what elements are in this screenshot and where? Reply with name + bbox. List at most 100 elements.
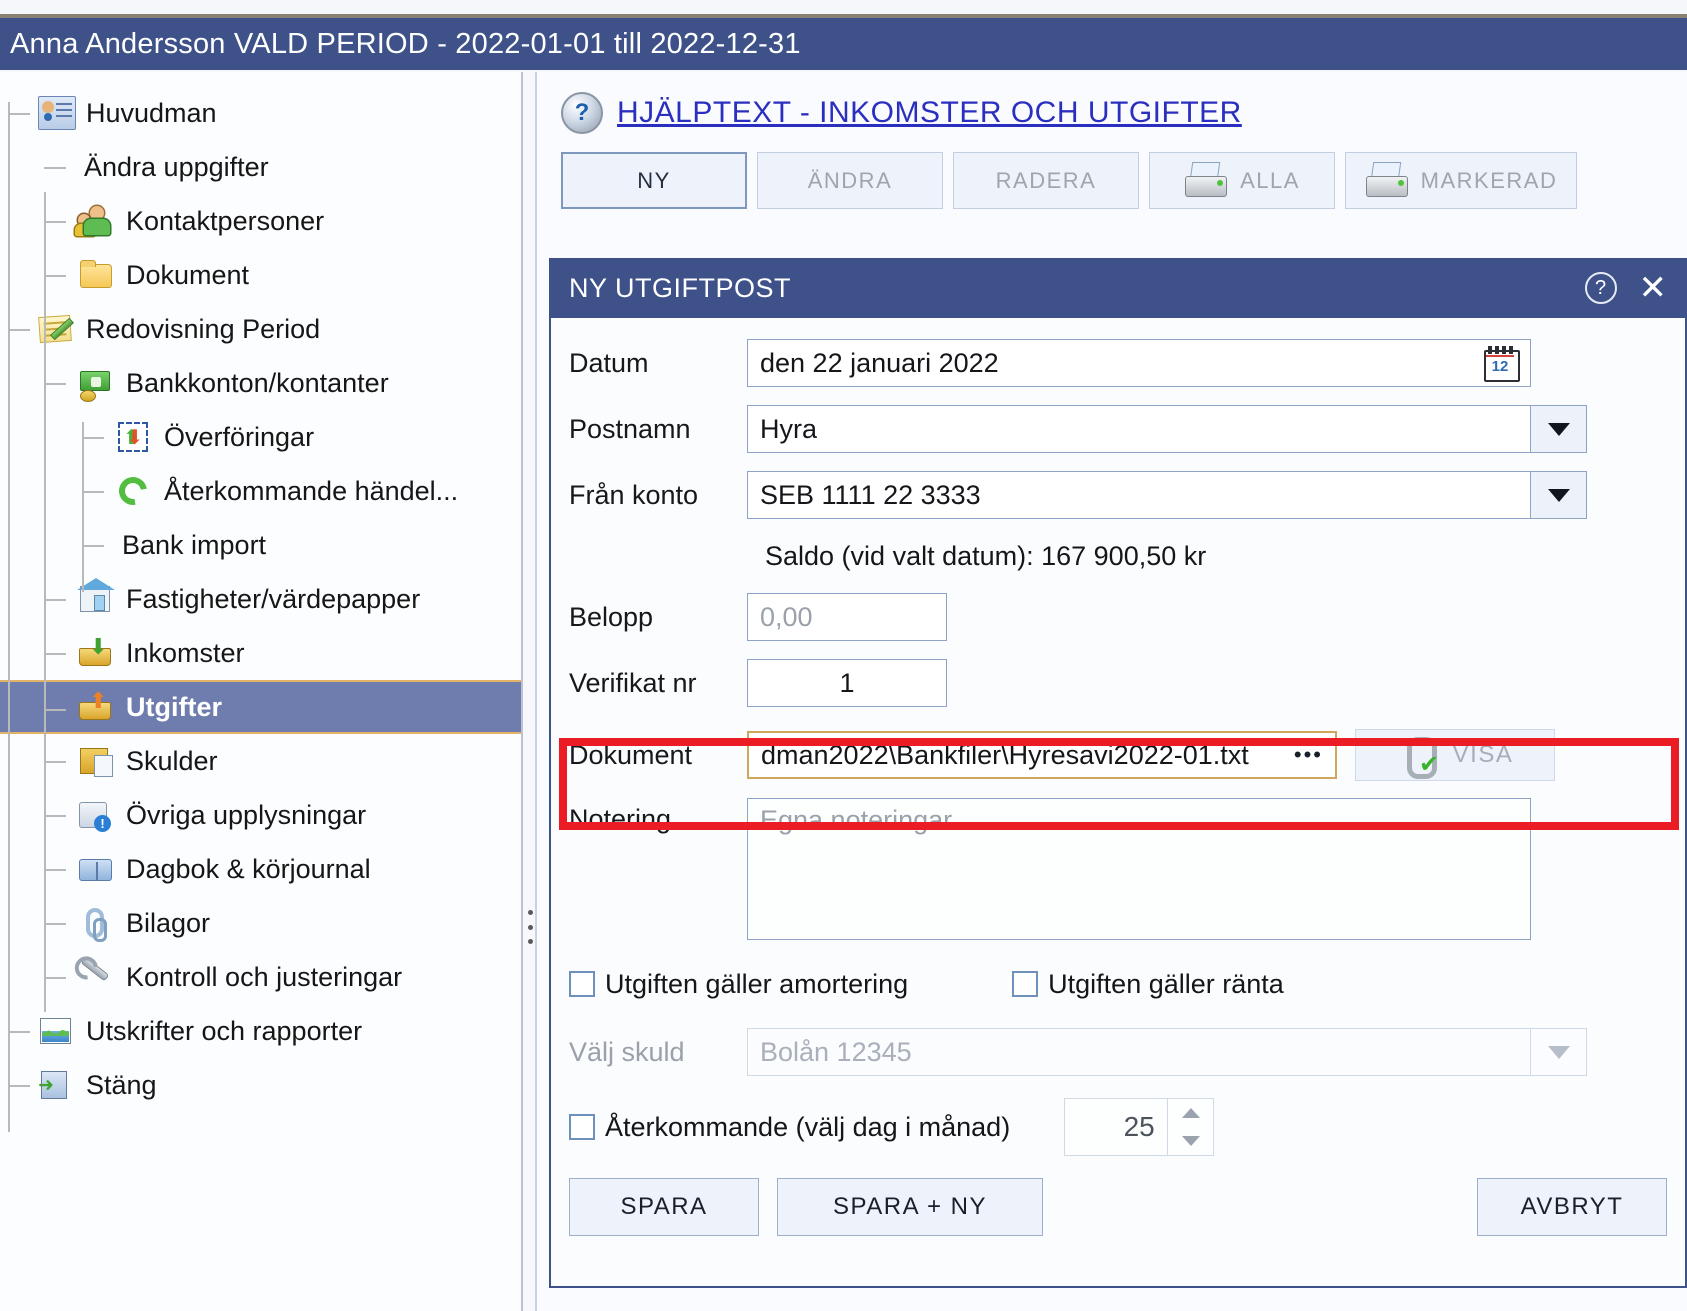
toolbar-button-markerad[interactable]: MARKERAD bbox=[1345, 152, 1577, 209]
sidebar-item-dokument[interactable]: Dokument bbox=[0, 248, 521, 302]
dokument-overflow-dots: ••• bbox=[1293, 742, 1323, 767]
dialog-titlebar-icons: ? ✕ bbox=[1584, 271, 1668, 305]
field-row-belopp: Belopp 0,00 bbox=[551, 584, 1685, 650]
exit-icon bbox=[38, 1068, 76, 1102]
tree-connector bbox=[44, 815, 66, 817]
record-toolbar[interactable]: NY ÄNDRA RADERA ALLA MARKERAD bbox=[561, 152, 1577, 209]
calendar-icon[interactable] bbox=[1484, 346, 1520, 382]
sidebar-item-redovisning-period[interactable]: Redovisning Period bbox=[0, 302, 521, 356]
sidebar-item-huvudman[interactable]: Huvudman bbox=[0, 86, 521, 140]
sidebar-item-utgifter[interactable]: ⬆ Utgifter bbox=[0, 680, 521, 734]
postnamn-value: Hyra bbox=[760, 413, 818, 444]
tree-connector bbox=[44, 923, 66, 925]
dialog-help-icon[interactable]: ? bbox=[1584, 272, 1617, 304]
toolbar-button-alla[interactable]: ALLA bbox=[1149, 152, 1335, 209]
sidebar-item-kontroll-och-justeringar[interactable]: Kontroll och justeringar bbox=[0, 950, 521, 1004]
sidebar-item-label: Huvudman bbox=[86, 97, 217, 128]
dokument-value: dman2022\Bankfiler\Hyresavi2022-01.txt bbox=[761, 739, 1249, 770]
sidebar-item-återkommande-händel[interactable]: Återkommande händel... bbox=[0, 464, 521, 518]
avbryt-button[interactable]: AVBRYT bbox=[1477, 1178, 1667, 1236]
tree-connector bbox=[8, 1085, 30, 1087]
belopp-input[interactable]: 0,00 bbox=[747, 593, 947, 641]
visa-label: VISA bbox=[1452, 741, 1514, 768]
question-mark-icon[interactable]: ? bbox=[561, 92, 603, 134]
paperclip-check-icon bbox=[1397, 735, 1441, 779]
tree-connector bbox=[44, 869, 66, 871]
dialog-button-row: SPARA SPARA + NY AVBRYT bbox=[551, 1178, 1685, 1236]
fran-konto-combobox[interactable]: SEB 1111 22 3333 bbox=[747, 471, 1531, 519]
visa-document-button[interactable]: VISA bbox=[1355, 729, 1555, 781]
amortering-label: Utgiften gäller amortering bbox=[605, 968, 909, 999]
stepper-buttons[interactable] bbox=[1167, 1099, 1213, 1155]
sidebar-item-bank-import[interactable]: Bank import bbox=[0, 518, 521, 572]
toolbar-button-radera[interactable]: RADERA bbox=[953, 152, 1139, 209]
day-of-month-stepper[interactable]: 25 bbox=[1064, 1098, 1215, 1156]
spara-button[interactable]: SPARA bbox=[569, 1178, 759, 1236]
notering-textarea[interactable]: Egna noteringar bbox=[747, 798, 1531, 940]
spara-ny-button[interactable]: SPARA + NY bbox=[777, 1178, 1043, 1236]
field-row-fran-konto: Från konto SEB 1111 22 3333 bbox=[551, 462, 1685, 528]
sidebar-item-övriga-upplysningar[interactable]: Övriga upplysningar bbox=[0, 788, 521, 842]
chevron-down-icon bbox=[1547, 422, 1570, 436]
postnamn-combobox[interactable]: Hyra bbox=[747, 405, 1531, 453]
sidebar-item-överföringar[interactable]: Överföringar bbox=[0, 410, 521, 464]
verifikat-input[interactable]: 1 bbox=[747, 659, 947, 707]
book-icon bbox=[78, 852, 116, 886]
sidebar-item-stäng[interactable]: Stäng bbox=[0, 1058, 521, 1112]
toolbar-button-ny[interactable]: NY bbox=[561, 152, 747, 209]
toolbar-button-ändra[interactable]: ÄNDRA bbox=[757, 152, 943, 209]
sidebar-item-skulder[interactable]: Skulder bbox=[0, 734, 521, 788]
tree-connector bbox=[8, 1031, 30, 1033]
splitter-dot bbox=[527, 910, 533, 915]
pane-splitter-handle[interactable] bbox=[525, 910, 535, 944]
dokument-input[interactable]: dman2022\Bankfiler\Hyresavi2022-01.txt •… bbox=[747, 731, 1337, 779]
amortering-checkbox[interactable] bbox=[569, 971, 595, 997]
debt-doc-icon bbox=[78, 744, 116, 778]
sidebar-item-fastigheter-värdepapper[interactable]: Fastigheter/värdepapper bbox=[0, 572, 521, 626]
question-glyph: ? bbox=[574, 99, 590, 126]
datum-input[interactable]: den 22 januari 2022 bbox=[747, 339, 1531, 387]
sidebar-item-utskrifter-och-rapporter[interactable]: Utskrifter och rapporter bbox=[0, 1004, 521, 1058]
sidebar-item-ändra-uppgifter[interactable]: Ändra uppgifter bbox=[0, 140, 521, 194]
sidebar-item-label: Bank import bbox=[122, 529, 267, 560]
sidebar-item-label: Utgifter bbox=[126, 691, 222, 722]
ranta-checkbox[interactable] bbox=[1012, 971, 1039, 997]
splitter-dot bbox=[527, 939, 533, 944]
paperclip-icon bbox=[78, 906, 116, 942]
sidebar-item-dagbok-körjournal[interactable]: Dagbok & körjournal bbox=[0, 842, 521, 896]
field-row-valj-skuld: Välj skuld Bolån 12345 bbox=[551, 1016, 1685, 1088]
tree-connector bbox=[44, 977, 66, 979]
sidebar-navigation-tree[interactable]: Huvudman Ändra uppgifter Kontaktpersoner Do… bbox=[0, 72, 523, 1311]
sidebar-item-kontaktpersoner[interactable]: Kontaktpersoner bbox=[0, 194, 521, 248]
tree-connector bbox=[44, 653, 66, 655]
tray-out-icon: ⬆ bbox=[78, 690, 116, 724]
sidebar-item-label: Ändra uppgifter bbox=[84, 151, 269, 182]
stepper-up-button[interactable] bbox=[1168, 1099, 1213, 1127]
fran-konto-value: SEB 1111 22 3333 bbox=[760, 479, 981, 510]
sidebar-item-label: Redovisning Period bbox=[86, 313, 321, 344]
dialog-close-icon[interactable]: ✕ bbox=[1639, 271, 1668, 305]
field-row-notering: Notering Egna noteringar bbox=[551, 794, 1685, 952]
sidebar-item-label: Kontaktpersoner bbox=[126, 205, 325, 236]
sidebar-item-bankkonton-kontanter[interactable]: Bankkonton/kontanter bbox=[0, 356, 521, 410]
sidebar-item-label: Utskrifter och rapporter bbox=[86, 1015, 363, 1046]
tree-connector bbox=[82, 491, 104, 493]
help-text-link[interactable]: HJÄLPTEXT - INKOMSTER OCH UTGIFTER bbox=[617, 96, 1242, 130]
valj-skuld-label: Välj skuld bbox=[569, 1036, 685, 1067]
tree-trunk-line bbox=[8, 102, 10, 1132]
belopp-value: 0,00 bbox=[760, 601, 813, 632]
sidebar-item-bilagor[interactable]: Bilagor bbox=[0, 896, 521, 950]
field-row-datum: Datum den 22 januari 2022 bbox=[551, 330, 1685, 396]
sidebar-item-label: Återkommande händel... bbox=[164, 475, 459, 506]
tree-connector bbox=[44, 275, 66, 277]
aterkommande-checkbox[interactable] bbox=[569, 1114, 595, 1140]
stepper-down-button[interactable] bbox=[1168, 1127, 1213, 1155]
sidebar-item-inkomster[interactable]: ⬇ Inkomster bbox=[0, 626, 521, 680]
top-sliver bbox=[0, 0, 1687, 14]
wrench-icon bbox=[78, 956, 116, 994]
chevron-down-icon bbox=[1181, 1136, 1200, 1146]
expense-type-checkbox-row: Utgiften gäller amortering Utgiften gäll… bbox=[551, 952, 1685, 1016]
dokument-label: Dokument bbox=[569, 739, 693, 770]
fran-konto-dropdown-button[interactable] bbox=[1531, 471, 1587, 519]
postnamn-dropdown-button[interactable] bbox=[1531, 405, 1587, 453]
